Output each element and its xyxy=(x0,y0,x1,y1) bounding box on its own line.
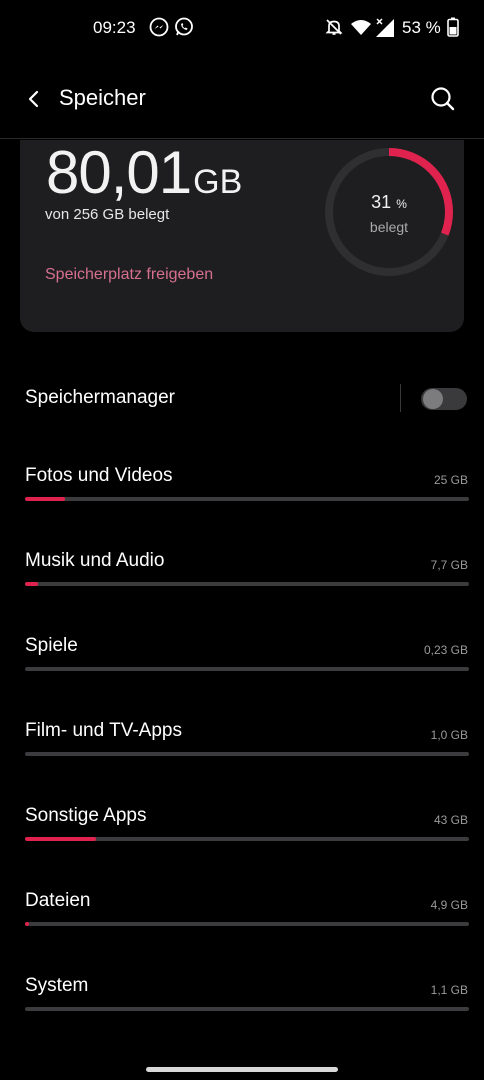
used-value: 80,01 xyxy=(46,140,192,206)
category-row-dateien[interactable]: Dateien 4,9 GB xyxy=(0,890,484,950)
category-usage-fill xyxy=(25,922,30,926)
category-row-fotos-videos[interactable]: Fotos und Videos 25 GB xyxy=(0,465,484,525)
category-usage-bar xyxy=(25,752,469,756)
donut-percent: 31 % xyxy=(322,192,456,213)
category-row-system[interactable]: System 1,1 GB xyxy=(0,975,484,1035)
category-label: Sonstige Apps xyxy=(25,805,147,826)
category-usage-bar xyxy=(25,667,469,671)
top-app-bar: Speicher xyxy=(0,58,484,139)
category-label: System xyxy=(25,975,89,996)
category-usage-fill xyxy=(25,497,65,501)
storage-manager-toggle[interactable] xyxy=(421,388,467,410)
toggle-knob xyxy=(423,389,443,409)
home-indicator[interactable] xyxy=(146,1067,338,1072)
messenger-icon xyxy=(149,17,171,39)
category-usage-bar xyxy=(25,922,469,926)
battery-percent: 53 % xyxy=(402,18,441,37)
divider xyxy=(400,384,401,412)
category-label: Film- und TV-Apps xyxy=(25,720,182,741)
page-title: Speicher xyxy=(59,85,146,110)
search-icon[interactable] xyxy=(426,82,460,116)
category-usage-fill xyxy=(25,837,97,841)
storage-manager-label: Speichermanager xyxy=(25,387,175,408)
category-usage-bar xyxy=(25,837,469,841)
storage-summary-card: 80,01GB von 256 GB belegt Speicherplatz … xyxy=(20,140,464,332)
category-usage-bar xyxy=(25,1007,469,1011)
category-label: Musik und Audio xyxy=(25,550,165,571)
donut-caption: belegt xyxy=(369,219,409,235)
bell-off-icon xyxy=(324,17,346,39)
category-size: 4,9 GB xyxy=(430,898,468,912)
status-time: 09:23 xyxy=(93,18,136,37)
storage-manager-row[interactable]: Speichermanager xyxy=(0,370,484,426)
category-usage-bar xyxy=(25,497,469,501)
category-row-musik-audio[interactable]: Musik und Audio 7,7 GB xyxy=(0,550,484,610)
category-size: 1,0 GB xyxy=(430,728,468,742)
category-size: 1,1 GB xyxy=(430,983,468,997)
donut-percent-value: 31 xyxy=(371,192,392,212)
used-unit: GB xyxy=(193,163,243,201)
category-size: 43 GB xyxy=(433,813,468,827)
back-arrow-icon[interactable] xyxy=(18,84,50,116)
signal-icon xyxy=(374,17,396,39)
category-size: 7,7 GB xyxy=(430,558,468,572)
used-of-total: von 256 GB belegt xyxy=(45,206,170,223)
used-storage-readout: 80,01GB xyxy=(46,140,242,207)
donut-percent-unit: % xyxy=(396,197,407,211)
whatsapp-icon xyxy=(174,17,196,39)
battery-icon xyxy=(447,17,469,39)
category-usage-bar xyxy=(25,582,469,586)
category-size: 25 GB xyxy=(433,473,468,487)
category-size: 0,23 GB xyxy=(423,643,468,657)
category-row-film-tv-apps[interactable]: Film- und TV-Apps 1,0 GB xyxy=(0,720,484,780)
wifi-icon xyxy=(350,17,372,39)
category-label: Dateien xyxy=(25,890,91,911)
category-row-sonstige-apps[interactable]: Sonstige Apps 43 GB xyxy=(0,805,484,865)
category-label: Fotos und Videos xyxy=(25,465,173,486)
category-row-spiele[interactable]: Spiele 0,23 GB xyxy=(0,635,484,695)
category-usage-fill xyxy=(25,582,39,586)
free-space-link[interactable]: Speicherplatz freigeben xyxy=(45,266,213,284)
status-bar: 09:23 53 % xyxy=(0,0,484,56)
category-label: Spiele xyxy=(25,635,78,656)
